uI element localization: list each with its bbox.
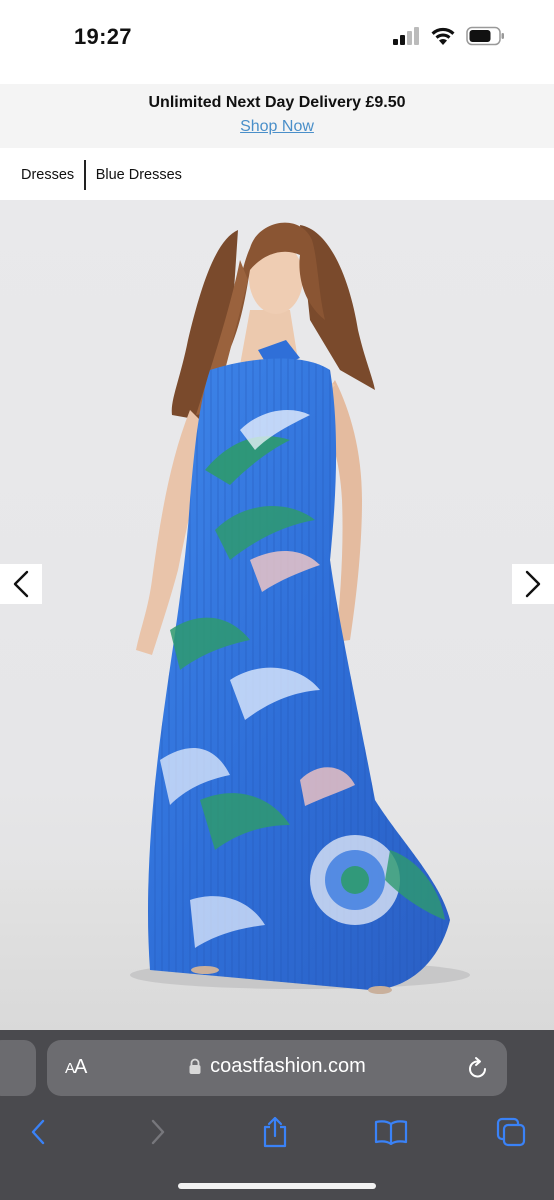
forward-arrow-icon (151, 1119, 165, 1145)
back-button[interactable] (24, 1116, 52, 1148)
promo-banner: Unlimited Next Day Delivery £9.50 Shop N… (0, 84, 554, 148)
gallery-prev-button[interactable] (0, 564, 42, 604)
reload-button[interactable] (467, 1056, 489, 1085)
cellular-signal-icon (393, 27, 419, 45)
share-icon (263, 1116, 287, 1148)
product-image-gallery[interactable] (0, 200, 554, 1030)
address-bar[interactable]: AA coastfashion.com (47, 1040, 507, 1096)
breadcrumb-separator (84, 160, 86, 190)
previous-tab-stub[interactable] (0, 1040, 36, 1096)
book-icon (374, 1120, 408, 1145)
bookmarks-button[interactable] (372, 1116, 410, 1148)
promo-title: Unlimited Next Day Delivery £9.50 (148, 94, 406, 111)
breadcrumb-item-dresses[interactable]: Dresses (21, 167, 74, 183)
reload-icon (469, 1057, 486, 1078)
home-indicator (178, 1183, 376, 1189)
chevron-right-icon (525, 570, 541, 598)
url-display[interactable]: coastfashion.com (47, 1055, 507, 1078)
tabs-icon (496, 1117, 526, 1147)
gallery-next-button[interactable] (512, 564, 554, 604)
url-text: coastfashion.com (210, 1055, 366, 1077)
battery-icon (466, 26, 504, 46)
status-time: 19:27 (74, 24, 132, 49)
product-image[interactable] (0, 200, 554, 1030)
browser-chrome: AA coastfashion.com (0, 1030, 554, 1200)
status-icons (392, 26, 506, 46)
breadcrumb-item-blue-dresses[interactable]: Blue Dresses (96, 167, 182, 183)
share-button[interactable] (258, 1116, 292, 1148)
chevron-left-icon (13, 570, 29, 598)
breadcrumb: Dresses Blue Dresses (0, 150, 554, 200)
tabs-button[interactable] (494, 1116, 528, 1148)
back-arrow-icon (31, 1119, 45, 1145)
shop-now-link[interactable]: Shop Now (240, 118, 314, 136)
browser-toolbar (0, 1110, 554, 1154)
wifi-icon (431, 27, 455, 45)
lock-icon (189, 1058, 201, 1074)
status-bar: 19:27 (0, 0, 554, 80)
forward-button[interactable] (144, 1116, 172, 1148)
